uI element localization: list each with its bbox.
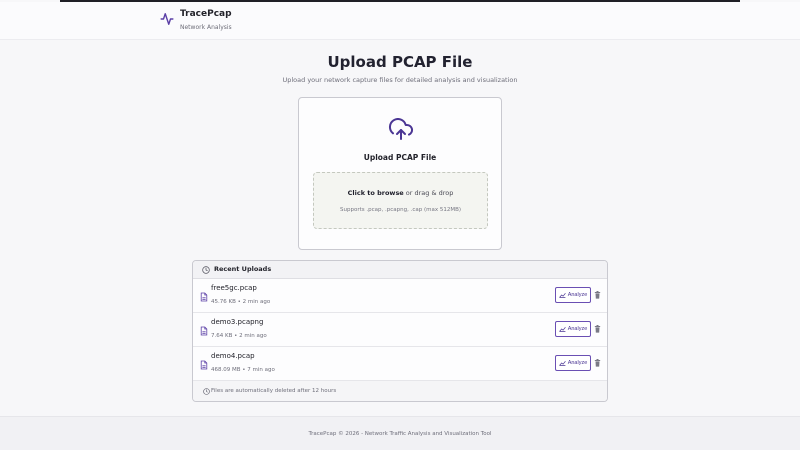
activity-icon (160, 13, 174, 25)
file-icon (200, 326, 208, 336)
recent-uploads-title: Recent Uploads (214, 265, 272, 273)
browse-link[interactable]: Click to browse (348, 189, 404, 197)
chart-icon (559, 361, 566, 366)
upload-row: demo4.pcap 468.09 MB • 7 min ago Analyze (193, 347, 607, 381)
recent-uploads-footer: Files are automatically deleted after 12… (193, 381, 607, 401)
chart-icon (559, 327, 566, 332)
cloud-upload-icon (388, 118, 413, 140)
file-name[interactable]: free5gc.pcap (211, 284, 257, 292)
page-footer: TracePcap © 2026 - Network Traffic Analy… (0, 416, 800, 450)
chart-icon (559, 293, 566, 298)
file-dropzone[interactable]: Click to browse or drag & drop Supports … (313, 172, 488, 229)
analyze-label: Analyze (567, 326, 588, 332)
file-name[interactable]: demo4.pcap (211, 352, 255, 360)
file-meta: 7.64 KB • 2 min ago (211, 333, 267, 339)
file-icon (200, 292, 208, 302)
copyright-text: TracePcap © 2026 - Network Traffic Analy… (308, 431, 492, 437)
analyze-label: Analyze (567, 360, 588, 366)
recent-uploads-panel: Recent Uploads free5gc.pcap 45.76 KB • 2… (192, 260, 608, 402)
app-header: TracePcap Network Analysis (0, 2, 800, 40)
info-icon (203, 388, 210, 395)
file-meta: 468.09 MB • 7 min ago (211, 367, 275, 373)
drag-drop-text: or drag & drop (403, 189, 454, 197)
page-title: Upload PCAP File (327, 53, 473, 71)
file-icon (200, 360, 208, 370)
upload-row: free5gc.pcap 45.76 KB • 2 min ago Analyz… (193, 279, 607, 313)
file-name[interactable]: demo3.pcapng (211, 318, 263, 326)
trash-icon[interactable] (594, 291, 601, 299)
trash-icon[interactable] (594, 359, 601, 367)
app-tagline: Network Analysis (180, 24, 232, 31)
analyze-button[interactable]: Analyze (555, 321, 591, 337)
trash-icon[interactable] (594, 325, 601, 333)
app-name[interactable]: TracePcap (180, 9, 232, 19)
recent-uploads-header: Recent Uploads (193, 261, 607, 279)
auto-delete-note: Files are automatically deleted after 12… (211, 388, 337, 394)
file-meta: 45.76 KB • 2 min ago (211, 299, 271, 305)
upload-card-title: Upload PCAP File (363, 153, 437, 162)
dropzone-instruction: Click to browse or drag & drop (314, 189, 487, 197)
supported-formats: Supports .pcap, .pcapng, .cap (max 512MB… (340, 207, 461, 213)
page-subtitle: Upload your network capture files for de… (282, 76, 518, 84)
analyze-label: Analyze (567, 292, 588, 298)
analyze-button[interactable]: Analyze (555, 355, 591, 371)
clock-icon (202, 266, 210, 274)
upload-row: demo3.pcapng 7.64 KB • 2 min ago Analyze (193, 313, 607, 347)
analyze-button[interactable]: Analyze (555, 287, 591, 303)
upload-card[interactable]: Upload PCAP File Click to browse or drag… (298, 97, 502, 250)
